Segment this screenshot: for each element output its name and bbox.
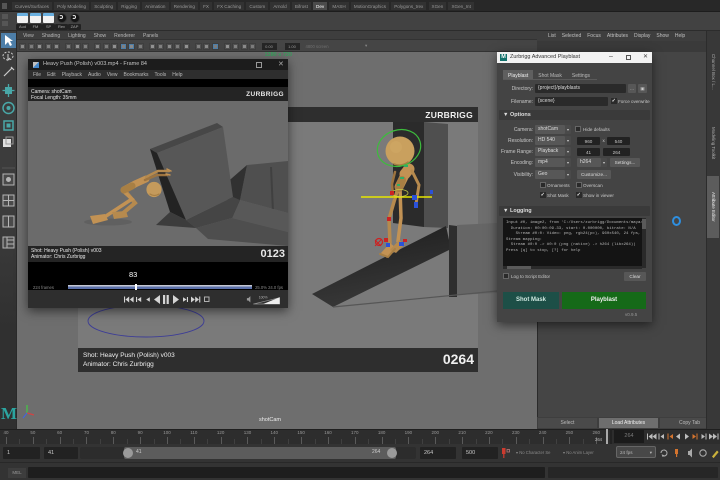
svg-text:100%: 100% (259, 296, 268, 300)
